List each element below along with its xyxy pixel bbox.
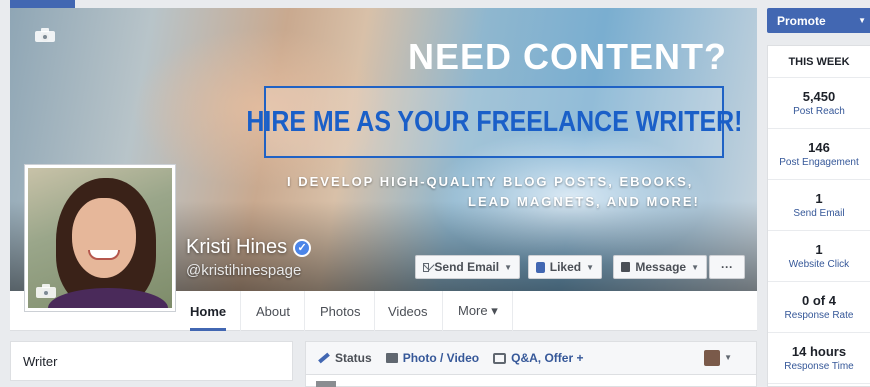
camera-icon[interactable]: [36, 284, 56, 298]
stat-value: 0 of 4: [802, 293, 836, 308]
cover-banner-text: HIRE ME AS YOUR FREELANCE WRITER!: [245, 105, 743, 138]
this-week-panel: THIS WEEK 5,450 Post Reach 146 Post Enga…: [767, 45, 870, 387]
tab-about[interactable]: About: [242, 291, 305, 331]
qa-offer-tab[interactable]: Q&A, Offer +: [493, 351, 584, 365]
stat-response-rate[interactable]: 0 of 4 Response Rate: [768, 282, 870, 333]
stat-label[interactable]: Response Rate: [785, 310, 854, 321]
chevron-down-icon: ▼: [504, 262, 512, 272]
stat-post-reach[interactable]: 5,450 Post Reach: [768, 78, 870, 129]
pencil-icon: [318, 352, 330, 364]
stat-value: 146: [808, 140, 830, 155]
thumbs-up-icon: [536, 261, 545, 273]
tab-home[interactable]: Home: [176, 291, 242, 331]
stat-post-engagement[interactable]: 146 Post Engagement: [768, 129, 870, 180]
promote-button[interactable]: Promote ▼: [767, 8, 870, 33]
stat-send-email[interactable]: 1 Send Email: [768, 180, 870, 231]
page-name-wrap: Kristi Hines ✓: [186, 236, 312, 259]
tab-photos[interactable]: Photos: [306, 291, 376, 331]
cover-tagline-line2: LEAD MAGNETS, AND MORE!: [468, 194, 700, 209]
stat-label[interactable]: Response Time: [784, 361, 853, 372]
stat-value: 1: [815, 191, 823, 206]
portrait-smile: [88, 250, 120, 260]
verified-check-icon: ✓: [293, 238, 312, 257]
message-label: Message: [635, 260, 687, 274]
cover-headline: NEED CONTENT?: [408, 36, 727, 77]
message-button[interactable]: Message ▼: [613, 255, 707, 279]
stat-label[interactable]: Website Click: [789, 259, 849, 270]
liked-label: Liked: [549, 260, 582, 274]
promote-label: Promote: [777, 13, 826, 28]
chevron-down-icon[interactable]: ▼: [724, 353, 732, 362]
cover-tagline-line1: I DEVELOP HIGH-QUALITY BLOG POSTS, EBOOK…: [287, 174, 694, 189]
send-email-button[interactable]: Send Email ▼: [415, 255, 520, 279]
chevron-down-icon: ▼: [691, 262, 699, 272]
status-label: Status: [335, 351, 372, 365]
page-name[interactable]: Kristi Hines: [186, 236, 287, 259]
message-icon: [621, 262, 631, 272]
liked-button[interactable]: Liked ▼: [528, 255, 602, 279]
status-tab[interactable]: Status: [318, 351, 372, 365]
posting-as-avatar[interactable]: [704, 350, 720, 366]
stat-label[interactable]: Post Engagement: [779, 157, 859, 168]
cover-banner: HIRE ME AS YOUR FREELANCE WRITER!: [246, 86, 742, 158]
portrait-face: [72, 198, 136, 278]
more-options-button[interactable]: ···: [709, 255, 745, 279]
stat-label[interactable]: Post Reach: [793, 106, 845, 117]
composer-body[interactable]: [305, 375, 757, 387]
stat-value: 14 hours: [791, 344, 847, 359]
chevron-down-icon: ▼: [586, 262, 594, 272]
camera-icon[interactable]: [35, 28, 55, 42]
top-nav-strip: [10, 0, 75, 8]
photo-video-label: Photo / Video: [402, 351, 480, 365]
intro-category[interactable]: Writer: [10, 341, 293, 381]
page-handle[interactable]: @kristihinespage: [186, 262, 301, 279]
tab-videos[interactable]: Videos: [374, 291, 443, 331]
photo-icon: [385, 353, 398, 363]
stat-label[interactable]: Send Email: [793, 208, 844, 219]
mail-icon: [423, 262, 430, 272]
photo-video-tab[interactable]: Photo / Video: [385, 351, 480, 365]
post-composer-bar: Status Photo / Video Q&A, Offer + ▼: [305, 341, 757, 375]
stat-value: 5,450: [802, 89, 836, 104]
stat-value: 1: [815, 242, 823, 257]
qa-offer-label: Q&A, Offer +: [511, 351, 584, 365]
stat-response-time[interactable]: 14 hours Response Time: [768, 333, 870, 384]
tab-more[interactable]: More ▾: [444, 291, 513, 331]
qa-icon: [493, 352, 507, 364]
stat-website-click[interactable]: 1 Website Click: [768, 231, 870, 282]
composer-thumbnail: [316, 381, 336, 387]
send-email-label: Send Email: [434, 260, 500, 274]
this-week-title: THIS WEEK: [768, 46, 870, 78]
profile-picture[interactable]: [24, 164, 176, 312]
chevron-down-icon: ▼: [858, 16, 866, 25]
more-dots-icon: ···: [721, 260, 733, 274]
